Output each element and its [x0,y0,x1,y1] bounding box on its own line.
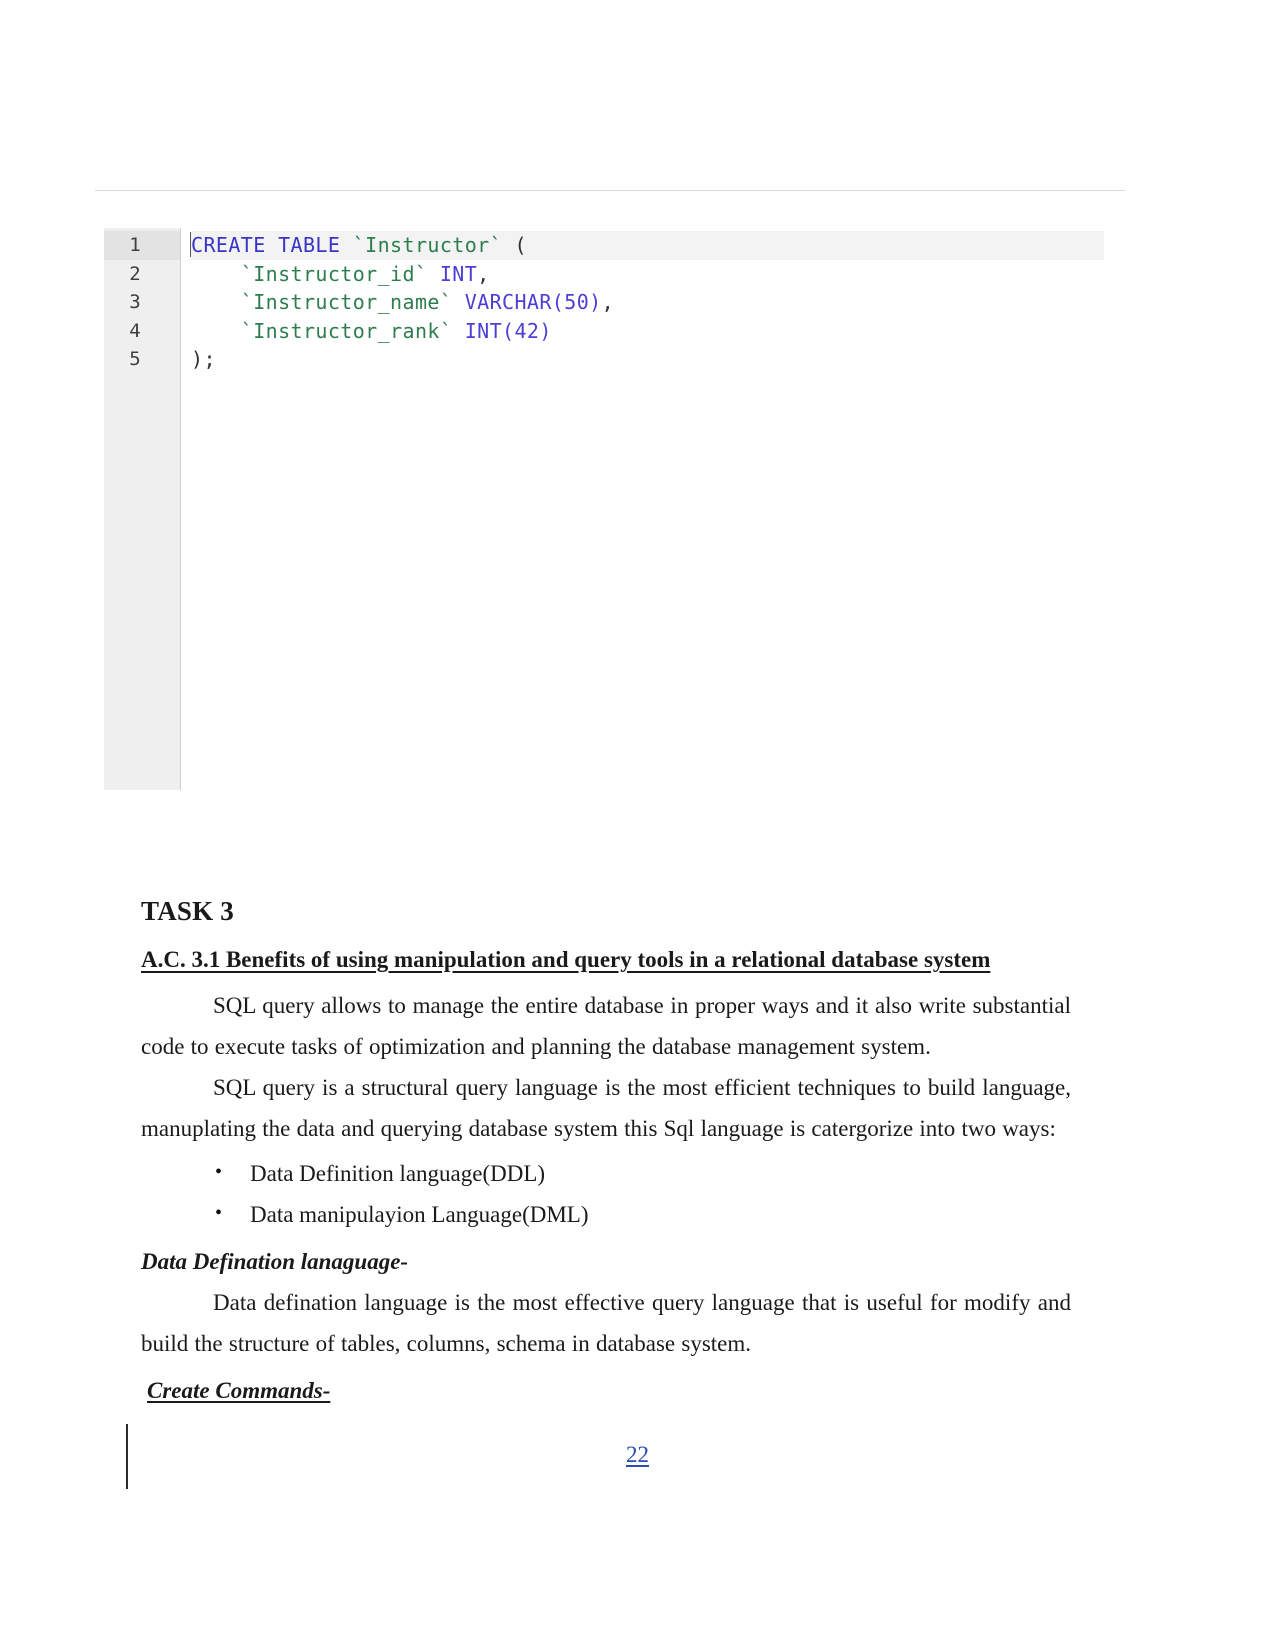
subheading-data-defination-language: Data Defination lanaguage- [141,1248,409,1274]
ac-heading-row: A.C. 3.1 Benefits of using manipulation … [141,945,1071,985]
line-number: 4 [129,319,141,342]
paragraph-sql-query-manage: SQL query allows to manage the entire da… [141,992,1071,1059]
code-line-3: `Instructor_name` VARCHAR(50), [191,288,1104,317]
list-item: Data manipulayion Language(DML) [215,1193,1071,1235]
code-token-plain: , [601,290,615,314]
line-number: 5 [129,348,141,370]
code-token-plain: ); [191,347,216,371]
code-token-type: VARCHAR(50) [464,290,602,314]
document-page: 1 2 3 4 5 CREATE TABLE `Instructor` ( `I… [0,0,1275,1651]
sql-category-list: Data Definition language(DDL) Data manip… [141,1152,1071,1235]
code-token-plain: ( [502,233,527,257]
document-body: TASK 3 A.C. 3.1 Benefits of using manipu… [141,895,1071,1411]
code-token-identifier: `Instructor_id` [191,261,428,286]
code-line-2: `Instructor_id` INT, [191,260,1104,289]
code-token-identifier: `Instructor_rank` [191,318,453,343]
code-token-plain: , [477,261,490,286]
page-number: 22 [626,1442,649,1467]
subheading-create-commands-row: Create Commands- [141,1364,1071,1411]
code-line-5: ); [191,345,1104,374]
code-token-keyword: CREATE TABLE [191,233,353,257]
subheading-create-commands: Create Commands- [147,1377,331,1403]
code-text-area[interactable]: CREATE TABLE `Instructor` ( `Instructor_… [181,228,1104,374]
task-heading: TASK 3 [141,896,234,926]
code-token-type: INT [439,261,478,286]
code-line-number-gutter: 1 2 3 4 5 [104,228,181,790]
list-item: Data Definition language(DDL) [215,1152,1071,1194]
code-token-identifier: `Instructor` [352,233,503,257]
line-number: 3 [129,291,141,313]
header-divider [95,190,1125,191]
line-number: 2 [129,262,141,285]
code-token-type: INT(42) [464,318,552,343]
code-token-identifier: `Instructor_name` [191,290,453,314]
code-line-1: CREATE TABLE `Instructor` ( [191,231,1104,260]
paragraph-sql-structural-language: SQL query is a structural query language… [141,1074,1071,1141]
sql-code-block: 1 2 3 4 5 CREATE TABLE `Instructor` ( `I… [104,228,1104,790]
paragraph-ddl-description: Data defination language is the most eff… [141,1289,1071,1356]
text-caret [190,232,191,257]
line-number: 1 [104,231,180,260]
ac-heading: A.C. 3.1 Benefits of using manipulation … [141,946,991,972]
code-line-4: `Instructor_rank` INT(42) [191,317,1104,346]
